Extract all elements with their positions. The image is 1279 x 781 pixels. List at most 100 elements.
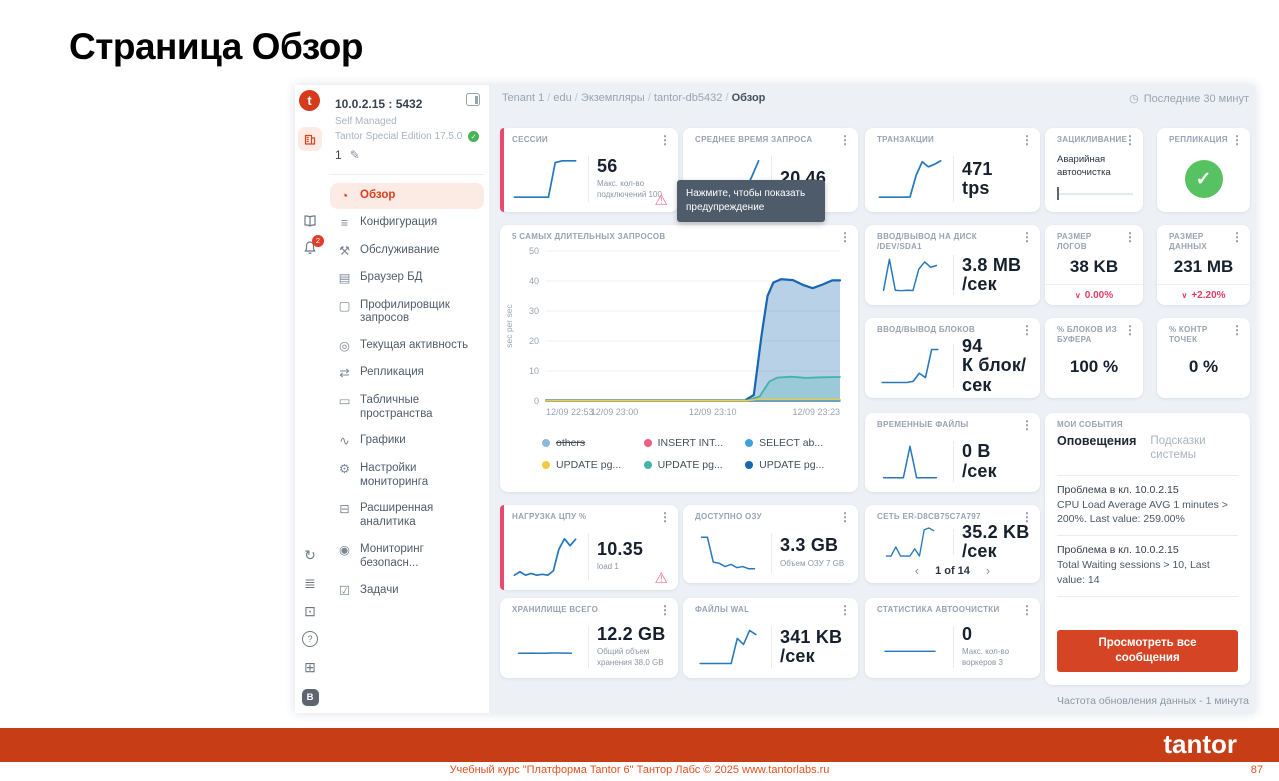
- tab-system-hints[interactable]: Подсказки системы: [1150, 434, 1220, 463]
- notifications-icon[interactable]: 2: [298, 237, 322, 261]
- transactions-sparkline: [875, 157, 945, 201]
- kebab-menu-icon[interactable]: ⋮: [1124, 133, 1136, 147]
- refresh-icon[interactable]: ↻: [298, 543, 322, 567]
- svg-text:0: 0: [534, 396, 539, 406]
- metric-value: 471: [962, 160, 1032, 179]
- kebab-menu-icon[interactable]: ⋮: [1021, 603, 1033, 617]
- replication-card: РЕПЛИКАЦИЯ ⋮ ✓: [1157, 128, 1250, 212]
- sidebar: 10.0.2.15 : 5432 Self Managed Tantor Spe…: [325, 85, 490, 713]
- edit-icon[interactable]: ✎: [350, 148, 360, 162]
- sidebar-item-tablespaces[interactable]: ▭Табличные пространства: [330, 388, 484, 428]
- sidebar-item-tasks[interactable]: ☑Задачи: [330, 578, 484, 604]
- delta-down-icon: ∨: [1181, 291, 1187, 300]
- b-badge[interactable]: B: [298, 685, 322, 709]
- sidebar-item-query-profiler[interactable]: ▢Профилировщик запросов: [330, 293, 484, 333]
- sidebar-item-replication[interactable]: ⇄Репликация: [330, 360, 484, 386]
- breadcrumb-item[interactable]: edu: [553, 92, 581, 104]
- next-page-icon[interactable]: ›: [986, 563, 990, 578]
- apps-grid-icon[interactable]: ⊞: [298, 655, 322, 679]
- metric-value: 0 В: [962, 442, 1032, 461]
- warning-icon[interactable]: ⚠: [655, 569, 668, 587]
- kebab-menu-icon[interactable]: ⋮: [1021, 323, 1033, 337]
- kebab-menu-icon[interactable]: ⋮: [659, 603, 671, 617]
- monitor-icon[interactable]: ⊡: [298, 599, 322, 623]
- instance-mode: Self Managed: [335, 116, 479, 127]
- instance-address: 10.0.2.15 : 5432: [335, 97, 479, 111]
- sidebar-item-security-monitoring[interactable]: ◉Мониторинг безопасн...: [330, 537, 484, 577]
- kebab-menu-icon[interactable]: ⋮: [839, 133, 851, 147]
- metric-value: 100 %: [1070, 357, 1118, 377]
- alert-item[interactable]: Проблема в кл. 10.0.2.15 Total Waiting s…: [1057, 536, 1238, 596]
- cpu-load-card: НАГРУЗКА ЦПУ % ⋮ 10.35load 1 ⚠: [500, 505, 678, 590]
- kebab-menu-icon[interactable]: ⋮: [839, 510, 851, 524]
- metric-subtitle: Объем ОЗУ 7 GB: [780, 559, 850, 570]
- analytics-icon: ⊟: [337, 502, 352, 516]
- kebab-menu-icon[interactable]: ⋮: [1231, 323, 1243, 337]
- storage-sparkline: [510, 628, 580, 666]
- legend-item-select[interactable]: SELECT ab...: [745, 437, 847, 449]
- card-title: СТАТИСТИКА АВТООЧИСТКИ: [877, 605, 1020, 615]
- events-panel: МОИ СОБЫТИЯ Оповещения Подсказки системы…: [1045, 413, 1250, 685]
- tasks-icon: ☑: [337, 584, 352, 598]
- card-title: РЕПЛИКАЦИЯ: [1169, 135, 1230, 145]
- legend-item-update-1[interactable]: UPDATE pg...: [542, 459, 644, 471]
- docs-icon[interactable]: [298, 209, 322, 233]
- kebab-menu-icon[interactable]: ⋮: [1231, 133, 1243, 147]
- tantor-logo-icon[interactable]: t: [299, 90, 320, 111]
- delta-badge: ∨0.00%: [1045, 284, 1143, 305]
- collapse-panel-icon[interactable]: [466, 93, 480, 106]
- legend-item-others[interactable]: others: [542, 437, 644, 449]
- sidebar-item-charts[interactable]: ∿Графики: [330, 428, 484, 454]
- tantor-footer-logo: tantor: [1163, 729, 1237, 760]
- view-all-messages-button[interactable]: Просмотреть все сообщения: [1057, 630, 1238, 672]
- legend-item-update-2[interactable]: UPDATE pg...: [644, 459, 746, 471]
- instance-version: Tantor Special Edition 17.5.0✓: [335, 131, 479, 142]
- delta-down-icon: ∨: [1075, 291, 1081, 300]
- ram-sparkline: [693, 534, 763, 572]
- kebab-menu-icon[interactable]: ⋮: [1231, 230, 1243, 244]
- svg-text:20: 20: [529, 336, 539, 346]
- legend-item-insert[interactable]: INSERT INT...: [644, 437, 746, 449]
- sidebar-item-db-browser[interactable]: ▤Браузер БД: [330, 265, 484, 291]
- kebab-menu-icon[interactable]: ⋮: [1021, 230, 1033, 244]
- svg-text:12/09 23:23: 12/09 23:23: [792, 407, 840, 417]
- card-title: СЕССИИ: [512, 135, 658, 145]
- kebab-menu-icon[interactable]: ⋮: [839, 230, 851, 244]
- alert-item[interactable]: Проблема в кл. 10.0.2.15 CPU Load Averag…: [1057, 476, 1238, 536]
- sidebar-item-maintenance[interactable]: ⚒Обслуживание: [330, 238, 484, 264]
- kebab-menu-icon[interactable]: ⋮: [659, 133, 671, 147]
- kebab-menu-icon[interactable]: ⋮: [1124, 323, 1136, 337]
- svg-text:sec per sec: sec per sec: [504, 304, 514, 348]
- kebab-menu-icon[interactable]: ⋮: [1021, 133, 1033, 147]
- sidebar-item-monitoring-settings[interactable]: ⚙Настройки мониторинга: [330, 456, 484, 496]
- footer-text: Учебный курс "Платформа Tantor 6" Тантор…: [0, 764, 1279, 776]
- config-icon: ≡: [337, 216, 352, 230]
- kebab-menu-icon[interactable]: ⋮: [659, 510, 671, 524]
- breadcrumb-item[interactable]: Tenant 1: [502, 92, 553, 104]
- breadcrumb-item[interactable]: Экземпляры: [581, 92, 654, 104]
- clock-icon: ◷: [1129, 92, 1139, 105]
- network-card: СЕТЬ ER-D8CB75C7A797 ⋮ 35.2 KB/сек ‹ 1 o…: [865, 505, 1040, 583]
- profiler-icon: ▢: [337, 299, 352, 313]
- warning-icon[interactable]: ⚠: [655, 191, 668, 209]
- legend-item-update-3[interactable]: UPDATE pg...: [745, 459, 847, 471]
- sidebar-item-advanced-analytics[interactable]: ⊟Расширенная аналитика: [330, 496, 484, 536]
- alert-title: Проблема в кл. 10.0.2.15: [1057, 544, 1238, 556]
- kebab-menu-icon[interactable]: ⋮: [839, 603, 851, 617]
- sidebar-item-current-activity[interactable]: ◎Текущая активность: [330, 333, 484, 359]
- sidebar-item-overview[interactable]: ◔Обзор: [330, 183, 484, 209]
- sidebar-item-configuration[interactable]: ≡Конфигурация: [330, 210, 484, 236]
- sliders-icon[interactable]: ≣: [298, 571, 322, 595]
- metric-value: 12.2 GB: [597, 625, 670, 644]
- breadcrumb-item[interactable]: tantor-db5432: [654, 92, 732, 104]
- metric-value: 35.2 KB: [962, 523, 1032, 542]
- tab-alerts[interactable]: Оповещения: [1057, 434, 1136, 463]
- kebab-menu-icon[interactable]: ⋮: [1021, 418, 1033, 432]
- autovacuum-sparkline: [875, 629, 945, 665]
- time-range-selector[interactable]: ◷Последние 30 минут: [1129, 92, 1249, 105]
- instance-icon[interactable]: [298, 127, 322, 151]
- kebab-menu-icon[interactable]: ⋮: [1124, 230, 1136, 244]
- network-sparkline: [875, 525, 945, 559]
- help-icon[interactable]: ?: [298, 627, 322, 651]
- prev-page-icon[interactable]: ‹: [915, 563, 919, 578]
